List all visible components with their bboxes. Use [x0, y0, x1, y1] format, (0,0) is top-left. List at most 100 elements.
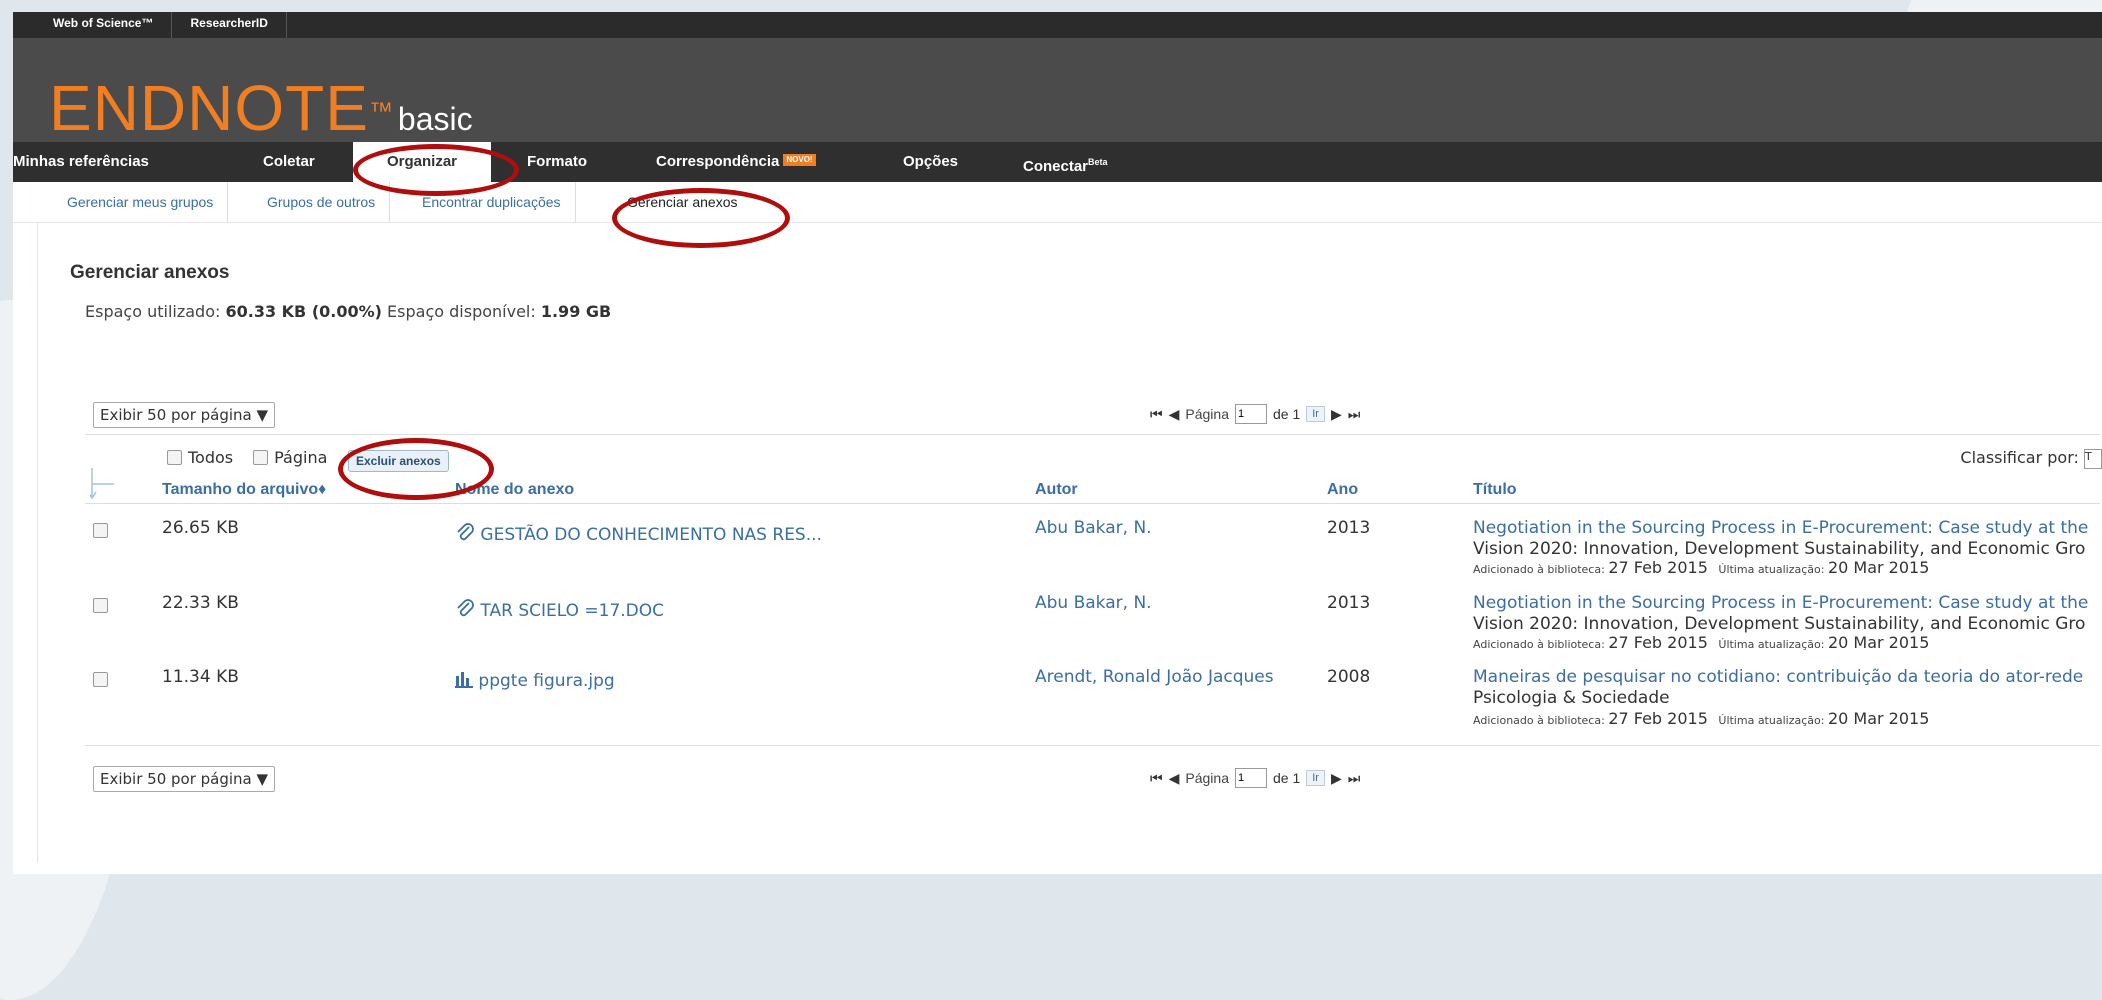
- sort-arrow-icon: [90, 468, 114, 500]
- storage-info: Espaço utilizado: 60.33 KB (0.00%) Espaç…: [85, 302, 611, 321]
- subtab-grupos-outros[interactable]: Grupos de outros: [253, 182, 391, 222]
- tab-minhas-referencias[interactable]: Minhas referências: [13, 142, 149, 182]
- per-page-select-top[interactable]: Exibir 50 por página ▼: [93, 402, 276, 428]
- select-all-checkbox[interactable]: [167, 450, 182, 465]
- updated-label: Última atualização:: [1718, 563, 1825, 576]
- pager-bottom: ⏮ ◀ Página de 1 Ir ▶ ⏭: [1150, 768, 1360, 788]
- row-dates: Adicionado à biblioteca: 27 Feb 2015 Últ…: [1473, 633, 1929, 652]
- row-author[interactable]: Abu Bakar, N.: [1035, 518, 1152, 538]
- tab-opcoes[interactable]: Opções: [903, 142, 958, 182]
- select-page-checkbox[interactable]: [253, 450, 269, 465]
- col-title-header[interactable]: Título: [1473, 481, 1517, 499]
- updated-date: 20 Mar 2015: [1827, 709, 1930, 728]
- tab-correspondencia[interactable]: Correspondência NOVO!: [656, 142, 816, 182]
- row-title[interactable]: Maneiras de pesquisar no cotidiano: cont…: [1473, 667, 2083, 687]
- attachment-name: ppgte figura.jpg: [478, 671, 615, 691]
- researcherid-link[interactable]: ResearcherID: [172, 12, 287, 38]
- prev-page-icon[interactable]: ◀: [1169, 406, 1180, 423]
- page-input-top[interactable]: [1234, 404, 1267, 424]
- row-checkbox[interactable]: [93, 672, 108, 687]
- annotation-ring-gerenciar-anexos: [612, 188, 790, 248]
- row-year: 2008: [1327, 667, 1371, 687]
- row-attachment-link[interactable]: GESTÃO DO CONHECIMENTO NAS RES...: [455, 523, 822, 545]
- attachment-name: TAR SCIELO =17.DOC: [480, 601, 665, 621]
- sub-nav: Gerenciar meus grupos Grupos de outros E…: [13, 182, 2102, 223]
- paperclip-icon: [457, 599, 474, 617]
- added-date: 27 Feb 2015: [1608, 709, 1708, 728]
- annotation-ring-excluir-anexos: [338, 438, 494, 500]
- divider: [85, 503, 2100, 504]
- annotation-ring-organizar: [353, 144, 519, 196]
- used-label: Espaço utilizado:: [85, 302, 221, 321]
- tab-label: Formato: [527, 153, 587, 170]
- divider: [85, 745, 2100, 746]
- tab-coletar[interactable]: Coletar: [263, 142, 315, 182]
- col-size-header[interactable]: Tamanho do arquivo♦: [162, 481, 326, 499]
- divider: [85, 434, 2100, 435]
- tab-label: Coletar: [263, 153, 315, 170]
- page-label: Página: [1185, 406, 1229, 422]
- row-title[interactable]: Negotiation in the Sourcing Process in E…: [1473, 518, 2088, 538]
- subtab-gerenciar-grupos[interactable]: Gerenciar meus grupos: [53, 182, 229, 222]
- next-page-icon[interactable]: ▶: [1331, 406, 1342, 423]
- last-page-icon[interactable]: ⏭: [1348, 770, 1361, 787]
- last-page-icon[interactable]: ⏭: [1348, 406, 1361, 423]
- image-chart-icon: [455, 672, 473, 688]
- updated-label: Última atualização:: [1718, 638, 1825, 651]
- row-year: 2013: [1327, 593, 1371, 613]
- beta-sup: Beta: [1088, 157, 1108, 167]
- prev-page-icon[interactable]: ◀: [1169, 770, 1180, 787]
- go-button-bottom[interactable]: Ir: [1306, 770, 1325, 786]
- col-author-header[interactable]: Autor: [1035, 481, 1078, 499]
- tab-conectar[interactable]: ConectarBeta: [1023, 142, 1108, 182]
- row-attachment-link[interactable]: TAR SCIELO =17.DOC: [455, 599, 664, 621]
- tab-label: Opções: [903, 153, 959, 170]
- added-label: Adicionado à biblioteca:: [1473, 638, 1605, 651]
- page-of: de 1: [1272, 770, 1301, 786]
- attachment-name: GESTÃO DO CONHECIMENTO NAS RES...: [480, 525, 822, 545]
- col-year-header[interactable]: Ano: [1327, 481, 1358, 499]
- used-value: 60.33 KB (0.00%): [225, 302, 382, 321]
- row-title[interactable]: Negotiation in the Sourcing Process in E…: [1473, 593, 2088, 613]
- row-attachment-link[interactable]: ppgte figura.jpg: [455, 670, 615, 691]
- tab-label: Conectar: [1023, 158, 1089, 175]
- row-dates: Adicionado à biblioteca: 27 Feb 2015 Últ…: [1473, 558, 1929, 577]
- page-input-bottom[interactable]: [1234, 768, 1267, 788]
- tab-formato[interactable]: Formato: [527, 142, 587, 182]
- top-bar: Web of Science™ ResearcherID: [13, 12, 2102, 38]
- page-of: de 1: [1272, 406, 1301, 422]
- row-size: 22.33 KB: [162, 593, 239, 613]
- web-of-science-link[interactable]: Web of Science™: [13, 12, 173, 38]
- first-page-icon[interactable]: ⏮: [1150, 770, 1163, 787]
- pager-top: ⏮ ◀ Página de 1 Ir ▶ ⏭: [1150, 404, 1360, 424]
- row-dates: Adicionado à biblioteca: 27 Feb 2015 Últ…: [1473, 709, 1929, 728]
- row-size: 11.34 KB: [162, 667, 239, 687]
- sort-by-label: Classificar por:: [1960, 448, 2079, 467]
- select-controls: Todos Página: [167, 448, 327, 467]
- avail-value: 1.99 GB: [540, 302, 612, 321]
- first-page-icon[interactable]: ⏮: [1150, 406, 1163, 423]
- per-page-select-bottom[interactable]: Exibir 50 por página ▼: [93, 766, 276, 792]
- row-author[interactable]: Arendt, Ronald João Jacques: [1035, 667, 1274, 687]
- go-button-top[interactable]: Ir: [1306, 406, 1325, 422]
- updated-date: 20 Mar 2015: [1827, 558, 1930, 577]
- col-size-label: Tamanho do arquivo: [162, 481, 319, 498]
- avail-label: Espaço disponível:: [387, 302, 536, 321]
- row-source: Vision 2020: Innovation, Development Sus…: [1473, 539, 2086, 559]
- added-date: 27 Feb 2015: [1608, 633, 1708, 652]
- brand-bar: ENDNOTE™ basic: [13, 38, 2102, 142]
- added-label: Adicionado à biblioteca:: [1473, 563, 1605, 576]
- added-label: Adicionado à biblioteca:: [1473, 714, 1605, 727]
- page-label: Página: [1185, 770, 1229, 786]
- row-checkbox[interactable]: [93, 523, 108, 538]
- added-date: 27 Feb 2015: [1608, 558, 1708, 577]
- updated-label: Última atualização:: [1718, 714, 1825, 727]
- row-author[interactable]: Abu Bakar, N.: [1035, 593, 1152, 613]
- sort-by-select[interactable]: T: [2084, 448, 2102, 469]
- next-page-icon[interactable]: ▶: [1331, 770, 1342, 787]
- new-badge: NOVO!: [783, 154, 816, 166]
- sort-by: Classificar por: T: [1960, 448, 2102, 469]
- row-source: Psicologia & Sociedade: [1473, 688, 1670, 708]
- row-year: 2013: [1327, 518, 1371, 538]
- row-checkbox[interactable]: [93, 598, 108, 613]
